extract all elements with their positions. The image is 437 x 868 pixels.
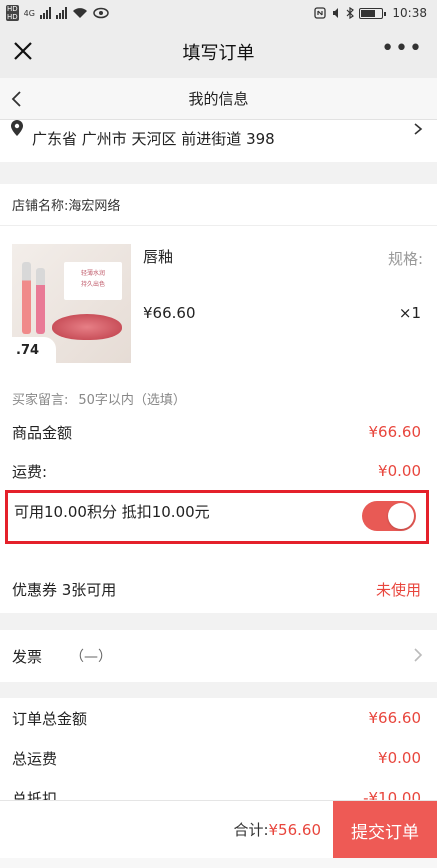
page-title: 填写订单 xyxy=(182,43,255,64)
title-bar: 填写订单 ••• xyxy=(0,26,437,78)
product-spec-label: 规格: xyxy=(387,250,423,268)
invoice-row[interactable]: 发票 （—） xyxy=(0,630,437,682)
lip-gloss-tube-2 xyxy=(36,268,45,334)
chevron-right-icon xyxy=(414,123,423,135)
clock: 10:38 xyxy=(392,6,427,20)
chevron-right-icon xyxy=(414,648,423,662)
address-text: 广东省 广州市 天河区 前进街道 398 xyxy=(32,130,275,148)
bluetooth-icon xyxy=(346,7,355,19)
product-name: 唇釉 xyxy=(143,248,174,266)
total-shipping-row: 总运费 ¥0.00 xyxy=(12,747,421,769)
invoice-label: 发票 xyxy=(12,647,43,666)
wifi-icon xyxy=(72,8,87,18)
submit-order-button[interactable]: 提交订单 xyxy=(333,801,437,859)
more-options-icon[interactable]: ••• xyxy=(381,38,423,60)
shop-label: 店铺名称: xyxy=(12,199,69,214)
thumbnail-caption-line-1: 轻薄水润 xyxy=(80,270,105,277)
total-shipping-label: 总运费 xyxy=(12,749,58,768)
sub-nav-title: 我的信息 xyxy=(188,90,249,108)
footer-total-value: ¥56.60 xyxy=(268,821,322,839)
toggle-knob xyxy=(388,503,414,529)
shop-row: 店铺名称: 海宏网络 xyxy=(0,184,437,226)
buyer-note-placeholder: 50字以内（选填） xyxy=(78,393,186,408)
shipping-value: ¥0.00 xyxy=(378,462,421,480)
footer-total: 合计:¥56.60 xyxy=(233,819,321,840)
eye-icon xyxy=(93,7,109,19)
coupon-row[interactable]: 优惠券 3张可用 未使用 xyxy=(0,565,437,613)
coupon-value: 未使用 xyxy=(375,580,421,599)
buyer-note-label: 买家留言: xyxy=(12,393,69,408)
signal-icon xyxy=(39,7,51,19)
points-toggle[interactable] xyxy=(362,501,416,531)
buyer-note-field[interactable]: 买家留言: 50字以内（选填） xyxy=(12,389,186,408)
order-total-row: 订单总金额 ¥66.60 xyxy=(12,707,421,729)
product-thumbnail[interactable]: 轻薄水润 持久出色 .74 xyxy=(12,244,131,363)
back-chevron-icon[interactable] xyxy=(10,90,24,108)
product-quantity: ×1 xyxy=(398,304,421,322)
network-type: 4G xyxy=(23,8,35,18)
lip-gloss-tube-1 xyxy=(22,262,31,334)
invoice-value: （—） xyxy=(70,649,113,665)
battery-icon xyxy=(359,7,387,19)
coupon-label: 优惠券 3张可用 xyxy=(12,580,117,599)
lips-image xyxy=(52,314,122,340)
shop-name: 海宏网络 xyxy=(68,199,121,214)
signal-icon-2 xyxy=(55,7,67,19)
product-section: 轻薄水润 持久出色 .74 唇釉 规格: ¥66.60 ×1 买家留言: 50字以… xyxy=(0,226,437,610)
order-total-label: 订单总金额 xyxy=(12,709,88,728)
goods-amount-row: 商品金额 ¥66.60 xyxy=(12,421,421,443)
thumbnail-caption-line-2: 持久出色 xyxy=(80,281,105,288)
hd-icon: HD HD xyxy=(6,5,19,21)
goods-amount-label: 商品金额 xyxy=(12,423,73,442)
thumbnail-caption: 轻薄水润 持久出色 xyxy=(64,262,122,300)
footer-total-label: 合计: xyxy=(233,821,269,839)
address-card[interactable]: 广东省 广州市 天河区 前进街道 398 xyxy=(0,120,437,162)
sub-nav: 我的信息 xyxy=(0,78,437,120)
bottom-strip xyxy=(0,858,437,868)
thumbnail-price-tag: .74 xyxy=(12,337,56,363)
points-deduction-row: 可用10.00积分 抵扣10.00元 xyxy=(5,490,429,544)
product-price: ¥66.60 xyxy=(143,304,196,322)
order-total-value: ¥66.60 xyxy=(368,709,422,727)
nfc-icon xyxy=(314,7,327,19)
location-pin-icon xyxy=(11,120,23,136)
totals-section: 订单总金额 ¥66.60 总运费 ¥0.00 总抵扣 -¥10.00 xyxy=(0,698,437,808)
status-bar: HD HD 4G 10:38 xyxy=(0,0,437,26)
shipping-row: 运费: ¥0.00 xyxy=(12,460,421,482)
mute-icon xyxy=(333,8,339,18)
close-icon[interactable] xyxy=(10,38,36,64)
order-footer: 合计:¥56.60 提交订单 xyxy=(0,800,437,859)
goods-amount-value: ¥66.60 xyxy=(368,423,422,441)
total-shipping-value: ¥0.00 xyxy=(378,749,421,767)
points-deduction-label: 可用10.00积分 抵扣10.00元 xyxy=(14,503,210,521)
shipping-label: 运费: xyxy=(12,462,48,481)
